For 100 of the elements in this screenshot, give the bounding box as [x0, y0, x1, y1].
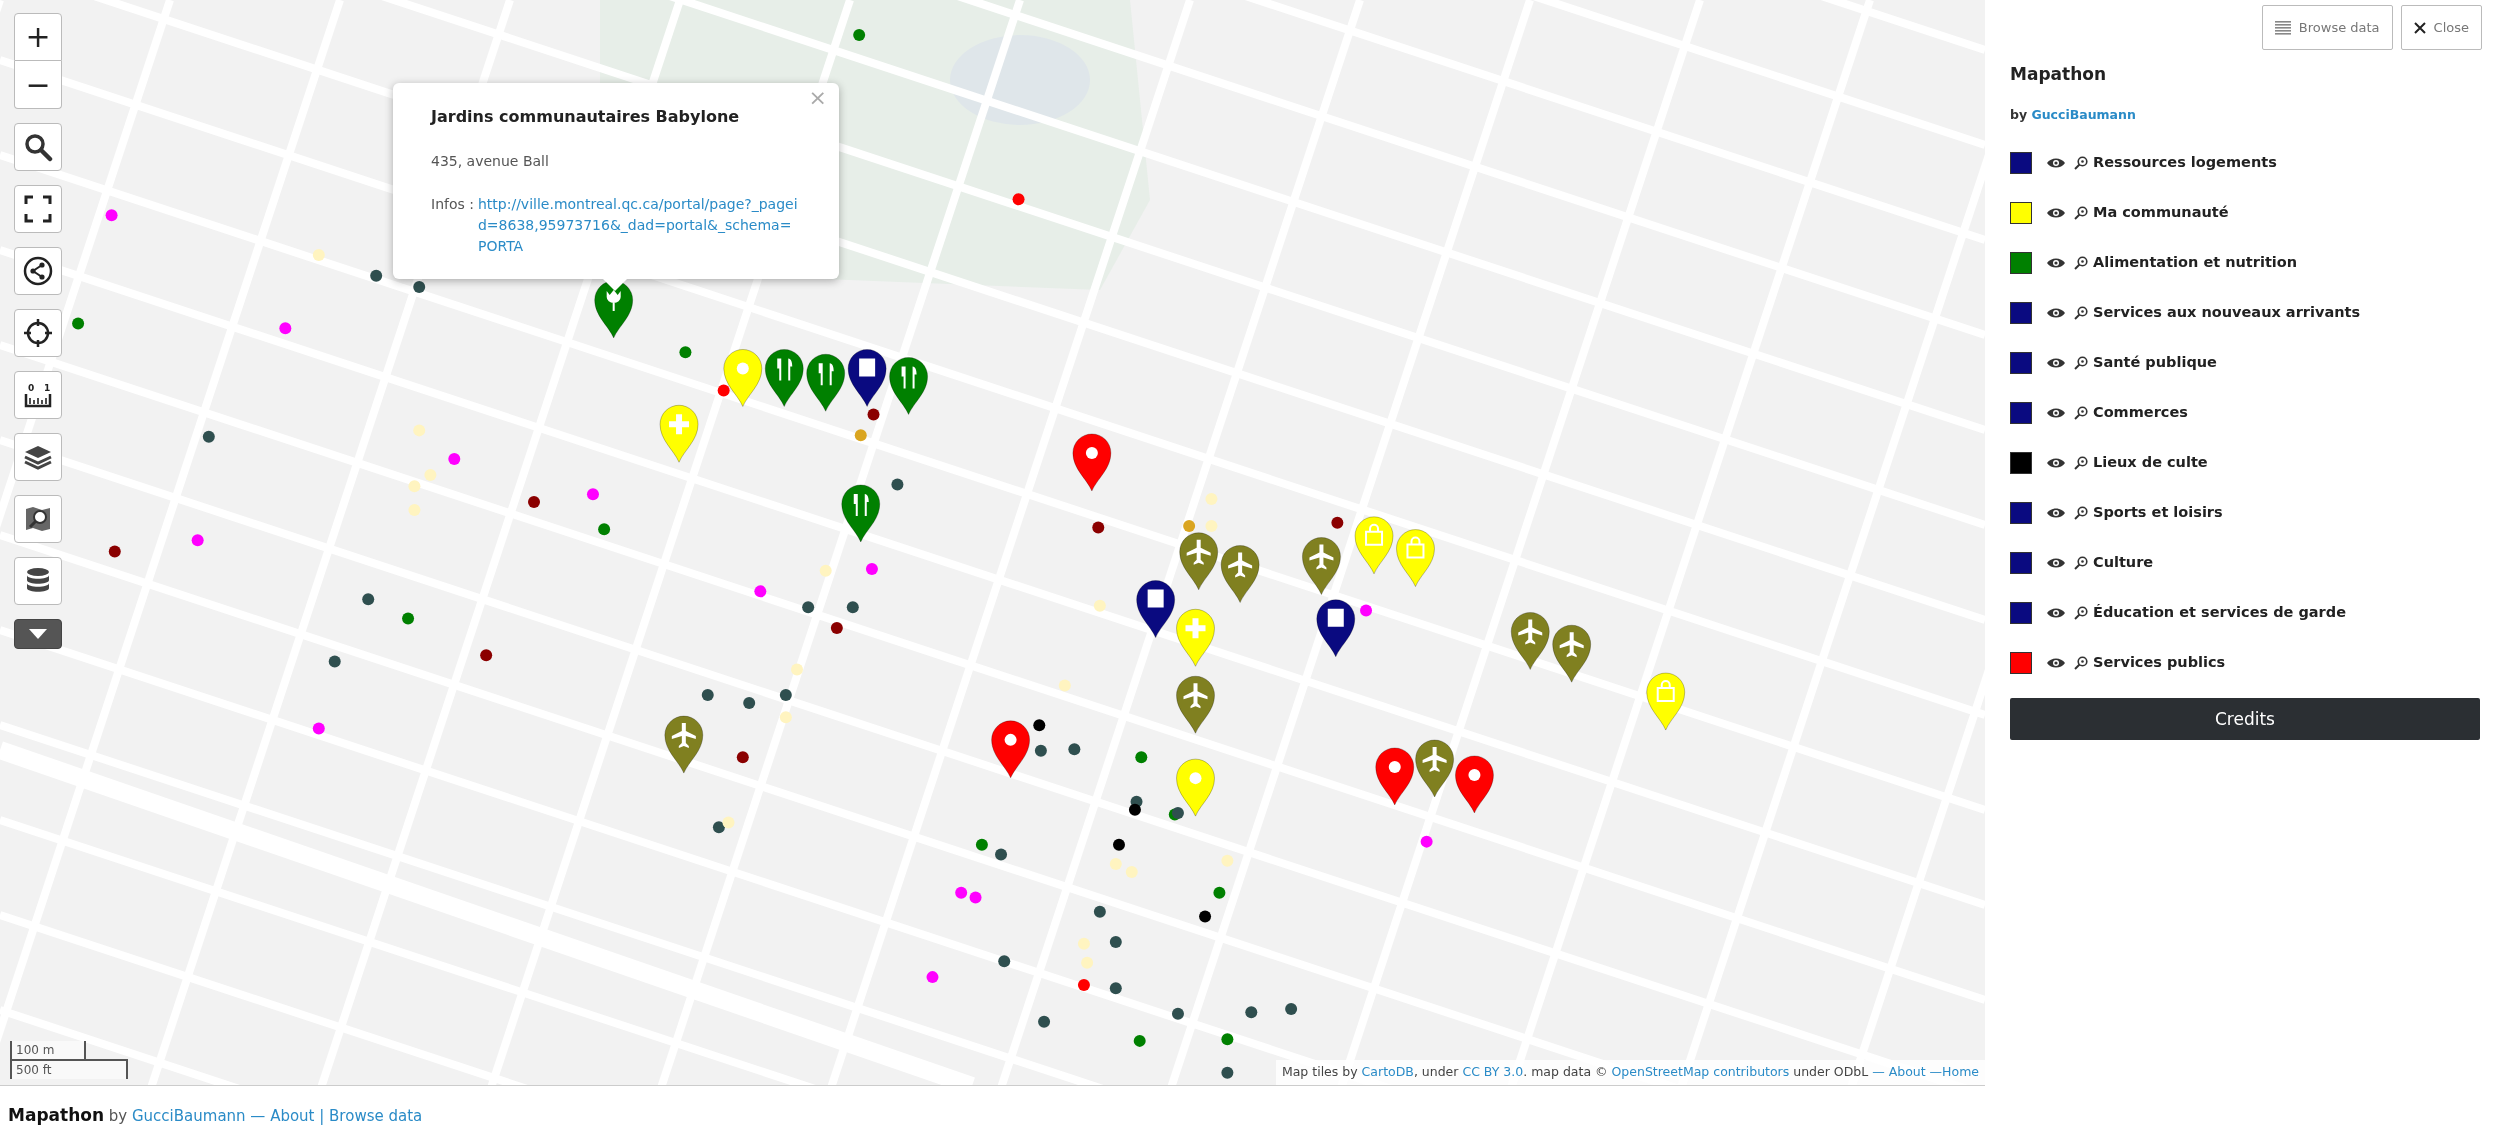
map-dot[interactable] — [1125, 865, 1138, 878]
map-dot[interactable] — [1205, 492, 1218, 505]
attribution-link[interactable]: OpenStreetMap contributors — [1611, 1064, 1790, 1080]
zoom-icon[interactable] — [2074, 606, 2088, 621]
fullscreen-button[interactable] — [14, 185, 62, 233]
map-dot[interactable] — [1183, 520, 1196, 532]
zoom-icon[interactable] — [2074, 656, 2088, 671]
map-dot[interactable] — [1221, 1066, 1234, 1079]
map-dot[interactable] — [413, 424, 426, 437]
map-dot[interactable] — [1205, 520, 1218, 532]
eye-icon[interactable] — [2046, 607, 2066, 620]
map-dot[interactable] — [955, 886, 968, 899]
map-dot[interactable] — [1109, 982, 1122, 995]
map-dot[interactable] — [1034, 744, 1047, 757]
author-link[interactable]: GucciBaumann — [2031, 106, 2136, 122]
attribution-link[interactable]: Home — [1942, 1064, 1979, 1080]
zoom-icon[interactable] — [2074, 406, 2088, 421]
browse-data-button[interactable]: Browse data — [2261, 5, 2393, 50]
map-dot[interactable] — [998, 955, 1011, 968]
map-dot[interactable] — [402, 612, 415, 625]
search-button[interactable] — [14, 123, 62, 171]
eye-icon[interactable] — [2046, 557, 2066, 570]
map-dot[interactable] — [480, 649, 493, 662]
map-dot[interactable] — [854, 429, 867, 442]
map-dot[interactable] — [598, 523, 611, 536]
footer-link[interactable]: | Browse data — [314, 1107, 423, 1126]
eye-icon[interactable] — [2046, 507, 2066, 520]
map-dot[interactable] — [1199, 910, 1212, 923]
zoom-icon[interactable] — [2074, 456, 2088, 471]
map-dot[interactable] — [1285, 1003, 1298, 1015]
map-dot[interactable] — [717, 384, 730, 397]
map-dot[interactable] — [1109, 857, 1122, 870]
map-dot[interactable] — [830, 622, 843, 635]
map-dot[interactable] — [312, 249, 325, 262]
zoom-icon[interactable] — [2074, 356, 2088, 371]
map-dot[interactable] — [969, 891, 982, 904]
map-pin[interactable] — [1176, 758, 1215, 817]
map-dot[interactable] — [701, 689, 714, 701]
eye-icon[interactable] — [2046, 457, 2066, 470]
zoom-icon[interactable] — [2074, 206, 2088, 221]
map-dot[interactable] — [1038, 1015, 1051, 1028]
map-dot[interactable] — [1245, 1006, 1258, 1019]
map-dot[interactable] — [328, 655, 341, 668]
map-dot[interactable] — [413, 280, 426, 293]
map-dot[interactable] — [1109, 936, 1122, 949]
map-dot[interactable] — [722, 816, 735, 829]
eye-icon[interactable] — [2046, 257, 2066, 270]
map-dot[interactable] — [1128, 803, 1141, 816]
map-dot[interactable] — [712, 821, 725, 834]
map-dot[interactable] — [1093, 599, 1106, 612]
map-dot[interactable] — [528, 496, 540, 509]
map-dot[interactable] — [779, 689, 792, 701]
measure-button[interactable]: 0 1 — [14, 371, 62, 419]
zoom-out-button[interactable]: − — [14, 61, 62, 109]
zoom-icon[interactable] — [2074, 306, 2088, 321]
map-pin[interactable] — [1316, 599, 1356, 658]
map-dot[interactable] — [1113, 838, 1125, 851]
map-dot[interactable] — [279, 322, 292, 335]
map-dot[interactable] — [846, 601, 859, 614]
credits-button[interactable]: Credits — [2010, 698, 2480, 741]
map-dot[interactable] — [1058, 679, 1071, 692]
map-dot[interactable] — [1171, 806, 1184, 819]
map-dot[interactable] — [72, 317, 85, 330]
zoom-icon[interactable] — [2074, 156, 2088, 171]
map-dot[interactable] — [791, 663, 803, 676]
map-dot[interactable] — [1093, 905, 1106, 918]
map-dot[interactable] — [105, 209, 118, 222]
zoom-in-button[interactable]: + — [14, 13, 62, 61]
close-button[interactable]: × — [808, 87, 827, 109]
footer-link[interactable]: — About — [245, 1107, 315, 1126]
eye-icon[interactable] — [2046, 357, 2066, 370]
map-dot[interactable] — [679, 346, 692, 359]
map-dot[interactable] — [586, 488, 599, 501]
map-dot[interactable] — [802, 601, 815, 614]
data-button[interactable] — [14, 557, 62, 605]
map-dot[interactable] — [736, 751, 749, 764]
map-dot[interactable] — [408, 480, 421, 493]
share-button[interactable] — [14, 247, 62, 295]
eye-icon[interactable] — [2046, 307, 2066, 320]
map-dot[interactable] — [1213, 886, 1226, 899]
map-dot[interactable] — [1077, 979, 1090, 992]
map-pin[interactable] — [1136, 580, 1176, 639]
attribution-link[interactable]: CartoDB — [1361, 1064, 1414, 1080]
map-dot[interactable] — [1012, 193, 1025, 206]
map-dot[interactable] — [312, 722, 325, 735]
close-button[interactable]: Close — [2400, 5, 2482, 50]
map-dot[interactable] — [191, 534, 204, 547]
map-search-button[interactable] — [14, 495, 62, 543]
map-dot[interactable] — [408, 504, 421, 517]
locate-button[interactable] — [14, 309, 62, 357]
map-dot[interactable] — [1081, 956, 1094, 969]
more-controls-button[interactable] — [14, 619, 62, 649]
footer-link[interactable]: GucciBaumann — [132, 1107, 246, 1126]
map-dot[interactable] — [1360, 604, 1373, 617]
map-dot[interactable] — [1033, 719, 1046, 732]
zoom-icon[interactable] — [2074, 556, 2088, 571]
attribution-link[interactable]: — About — — [1872, 1064, 1943, 1080]
info-link[interactable]: http://ville.montreal.qc.ca/portal/page?_pageid=8638,95973716&_dad=portal&_schema=PORTA — [477, 194, 799, 257]
map-dot[interactable] — [743, 696, 756, 709]
map-dot[interactable] — [202, 430, 215, 443]
